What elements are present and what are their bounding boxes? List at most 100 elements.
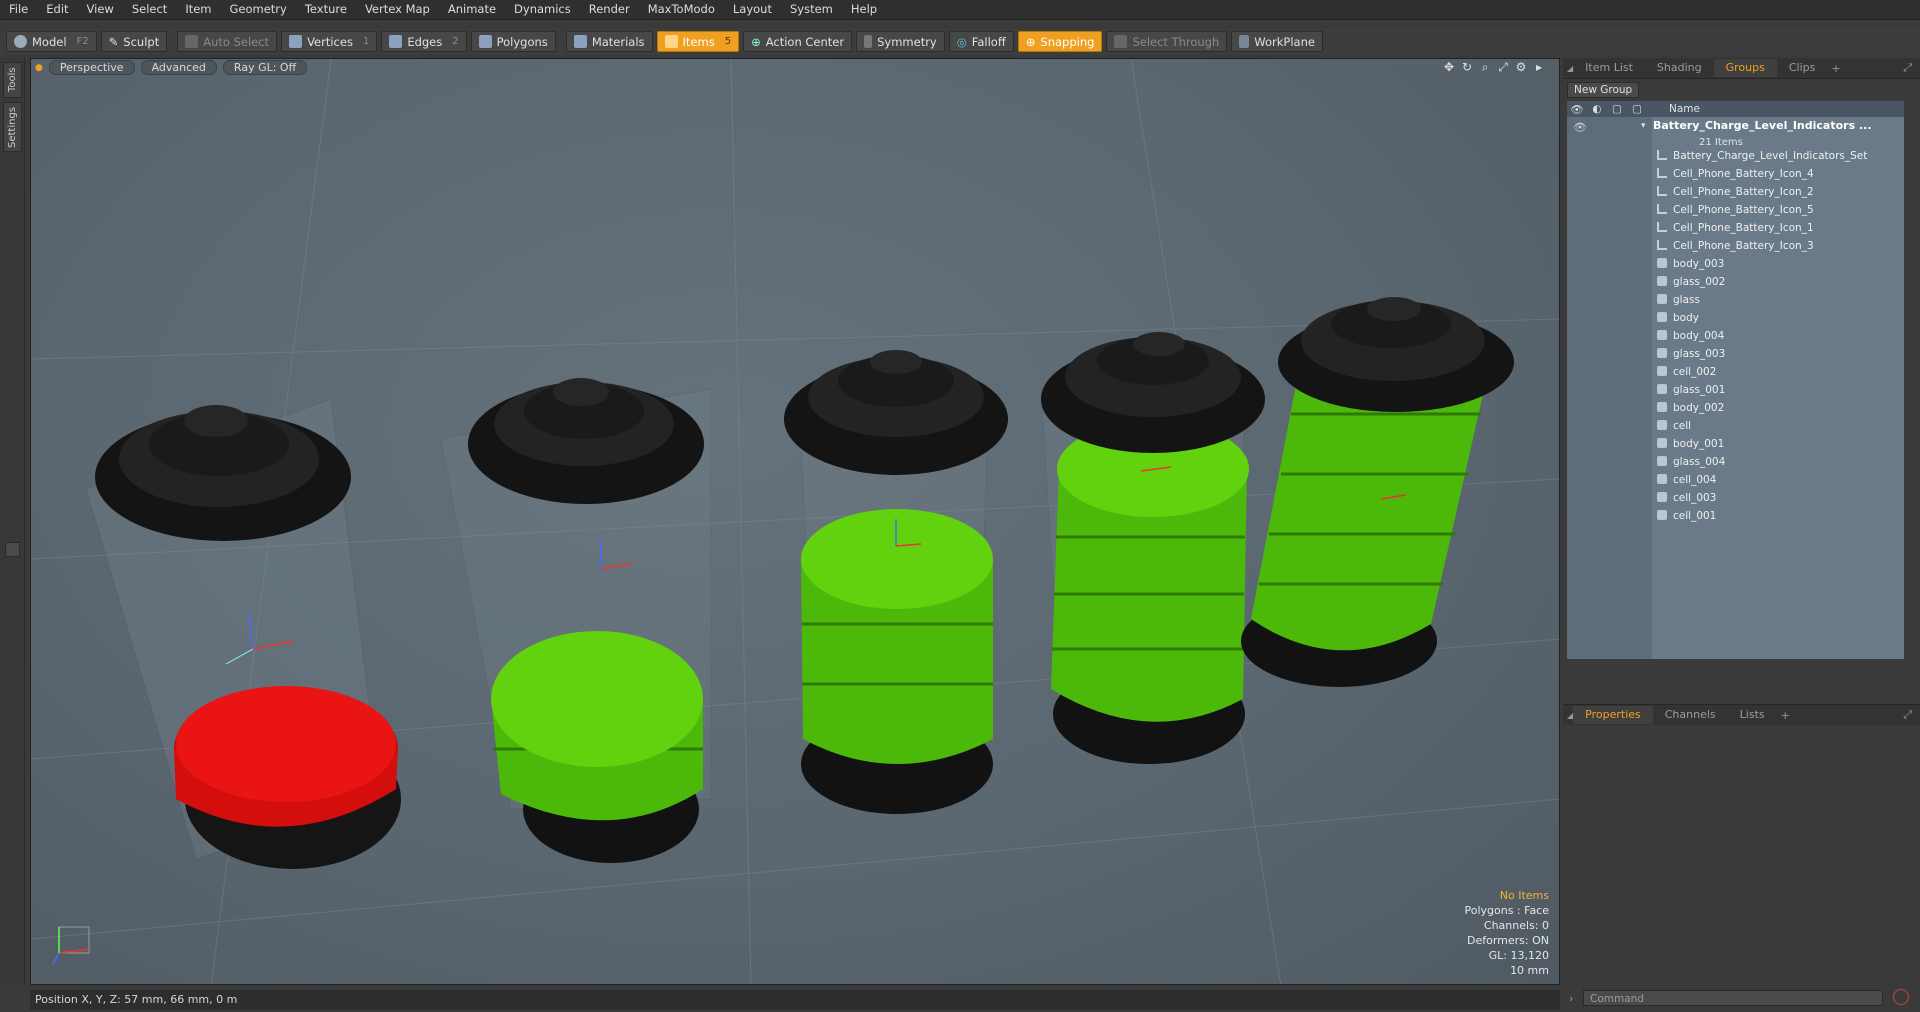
shading-mode-dropdown[interactable]: Advanced: [140, 60, 217, 75]
tab-properties[interactable]: Properties: [1573, 706, 1653, 724]
zoom-view-icon[interactable]: ⌕: [1479, 61, 1491, 73]
auto-select-button[interactable]: Auto Select: [177, 31, 278, 52]
tree-item[interactable]: glass_002: [1657, 273, 1725, 291]
render-icon[interactable]: ◐: [1587, 103, 1607, 115]
polygons-button[interactable]: Polygons: [470, 31, 556, 52]
tree-item[interactable]: Cell_Phone_Battery_Icon_5: [1657, 201, 1814, 219]
add-tab-icon-2[interactable]: +: [1781, 709, 1790, 722]
mesh-icon: [1657, 348, 1667, 358]
menu-geometry[interactable]: Geometry: [221, 0, 296, 19]
tree-item[interactable]: glass_003: [1657, 345, 1725, 363]
tree-item[interactable]: Cell_Phone_Battery_Icon_4: [1657, 165, 1814, 183]
groups-tree[interactable]: 👁 ▾ Battery_Charge_Level_Indicators ... …: [1567, 117, 1904, 659]
menu-item[interactable]: Item: [176, 0, 220, 19]
tree-item[interactable]: Cell_Phone_Battery_Icon_2: [1657, 183, 1814, 201]
tab-groups[interactable]: Groups: [1713, 59, 1777, 77]
falloff-button[interactable]: ◎ Falloff: [948, 31, 1014, 52]
tree-item[interactable]: cell_002: [1657, 363, 1716, 381]
menu-view[interactable]: View: [78, 0, 123, 19]
battery-1[interactable]: [85, 398, 401, 869]
move-view-icon[interactable]: ✥: [1443, 61, 1455, 73]
command-history-icon[interactable]: [1893, 989, 1909, 1005]
items-button[interactable]: Items 5: [656, 31, 740, 52]
tab-lists[interactable]: Lists: [1728, 706, 1777, 724]
settings-gear-icon[interactable]: ⚙: [1515, 61, 1527, 73]
menu-dynamics[interactable]: Dynamics: [505, 0, 580, 19]
tree-item[interactable]: body: [1657, 309, 1699, 327]
workplane-button[interactable]: WorkPlane: [1231, 31, 1323, 52]
menu-help[interactable]: Help: [842, 0, 886, 19]
tree-item-label: Cell_Phone_Battery_Icon_5: [1673, 204, 1814, 216]
tree-item[interactable]: body_003: [1657, 255, 1724, 273]
tab-item-list[interactable]: Item List: [1573, 59, 1645, 77]
menu-edit[interactable]: Edit: [37, 0, 77, 19]
battery-3-terminal: [870, 350, 922, 374]
tree-item[interactable]: cell_004: [1657, 471, 1716, 489]
menu-layout[interactable]: Layout: [724, 0, 781, 19]
model-button[interactable]: Model F2: [6, 31, 97, 52]
tree-item[interactable]: body_002: [1657, 399, 1724, 417]
viewport-menu-dot[interactable]: ●: [35, 63, 43, 73]
sculpt-button[interactable]: ✎ Sculpt: [100, 31, 168, 52]
collapse-handle[interactable]: [5, 542, 20, 557]
tools-tab[interactable]: Tools: [3, 62, 22, 98]
tree-item-label: Cell_Phone_Battery_Icon_1: [1673, 222, 1814, 234]
select-icon[interactable]: ▢: [1627, 103, 1647, 115]
materials-button[interactable]: Materials: [565, 31, 653, 52]
menu-texture[interactable]: Texture: [296, 0, 356, 19]
menu-select[interactable]: Select: [123, 0, 176, 19]
group-visibility-toggle[interactable]: 👁: [1573, 121, 1587, 134]
tree-item[interactable]: Cell_Phone_Battery_Icon_1: [1657, 219, 1814, 237]
command-input[interactable]: Command: [1583, 990, 1883, 1006]
tree-item[interactable]: cell_003: [1657, 489, 1716, 507]
group-expand-icon[interactable]: ▾: [1641, 121, 1646, 131]
menu-render[interactable]: Render: [580, 0, 639, 19]
settings-tab[interactable]: Settings: [3, 102, 22, 152]
tree-item[interactable]: cell: [1657, 417, 1691, 435]
new-group-button[interactable]: New Group: [1567, 82, 1640, 98]
tree-item[interactable]: glass: [1657, 291, 1700, 309]
tree-item[interactable]: glass_001: [1657, 381, 1725, 399]
maximize-panel-icon-2[interactable]: ⤢: [1903, 708, 1912, 722]
group-name[interactable]: Battery_Charge_Level_Indicators ...: [1653, 119, 1872, 132]
symmetry-button[interactable]: Symmetry: [856, 31, 945, 52]
snapping-button[interactable]: ⊕ Snapping: [1017, 31, 1103, 52]
battery-4[interactable]: [1040, 332, 1265, 764]
maximize-panel-icon[interactable]: ⤢: [1903, 61, 1912, 75]
menu-maxtomodo[interactable]: MaxToModo: [639, 0, 724, 19]
tree-item-label: body_001: [1673, 438, 1725, 450]
tree-item[interactable]: Cell_Phone_Battery_Icon_3: [1657, 237, 1814, 255]
tree-item[interactable]: Battery_Charge_Level_Indicators_Set: [1657, 147, 1867, 165]
edges-button[interactable]: Edges 2: [381, 31, 467, 52]
menu-vertex-map[interactable]: Vertex Map: [356, 0, 439, 19]
tab-shading[interactable]: Shading: [1645, 59, 1714, 77]
battery-5[interactable]: [1241, 297, 1514, 687]
maximize-view-icon[interactable]: ⤢: [1497, 61, 1509, 73]
raygl-toggle[interactable]: Ray GL: Off: [222, 60, 308, 75]
expand-arrow-icon[interactable]: ▸: [1533, 61, 1545, 73]
action-center-button[interactable]: ⊕ Action Center: [743, 31, 853, 52]
visibility-eye-icon[interactable]: 👁: [1567, 103, 1587, 116]
tree-item[interactable]: glass_004: [1657, 453, 1725, 471]
select-through-button[interactable]: Select Through: [1106, 31, 1228, 52]
tree-item[interactable]: cell_001: [1657, 507, 1716, 525]
battery-3[interactable]: [784, 350, 1008, 814]
menu-animate[interactable]: Animate: [439, 0, 505, 19]
menu-file[interactable]: File: [0, 0, 37, 19]
menu-system[interactable]: System: [781, 0, 842, 19]
falloff-icon: ◎: [956, 34, 967, 49]
mesh-icon: [1657, 294, 1667, 304]
tree-item[interactable]: body_001: [1657, 435, 1724, 453]
name-column-header[interactable]: Name: [1669, 103, 1700, 115]
tab-channels[interactable]: Channels: [1653, 706, 1728, 724]
top-tabs: ◢ Item List Shading Groups Clips + ⤢: [1563, 58, 1920, 79]
tab-clips[interactable]: Clips: [1777, 59, 1828, 77]
rotate-view-icon[interactable]: ↻: [1461, 61, 1473, 73]
tree-item[interactable]: body_004: [1657, 327, 1724, 345]
battery-2[interactable]: [440, 378, 712, 863]
3d-viewport[interactable]: ● Perspective Advanced Ray GL: Off ✥ ↻ ⌕…: [30, 58, 1560, 985]
view-mode-dropdown[interactable]: Perspective: [48, 60, 135, 75]
lock-icon[interactable]: ▢: [1607, 103, 1627, 115]
vertices-button[interactable]: Vertices 1: [281, 31, 378, 52]
add-tab-icon[interactable]: +: [1831, 62, 1840, 75]
